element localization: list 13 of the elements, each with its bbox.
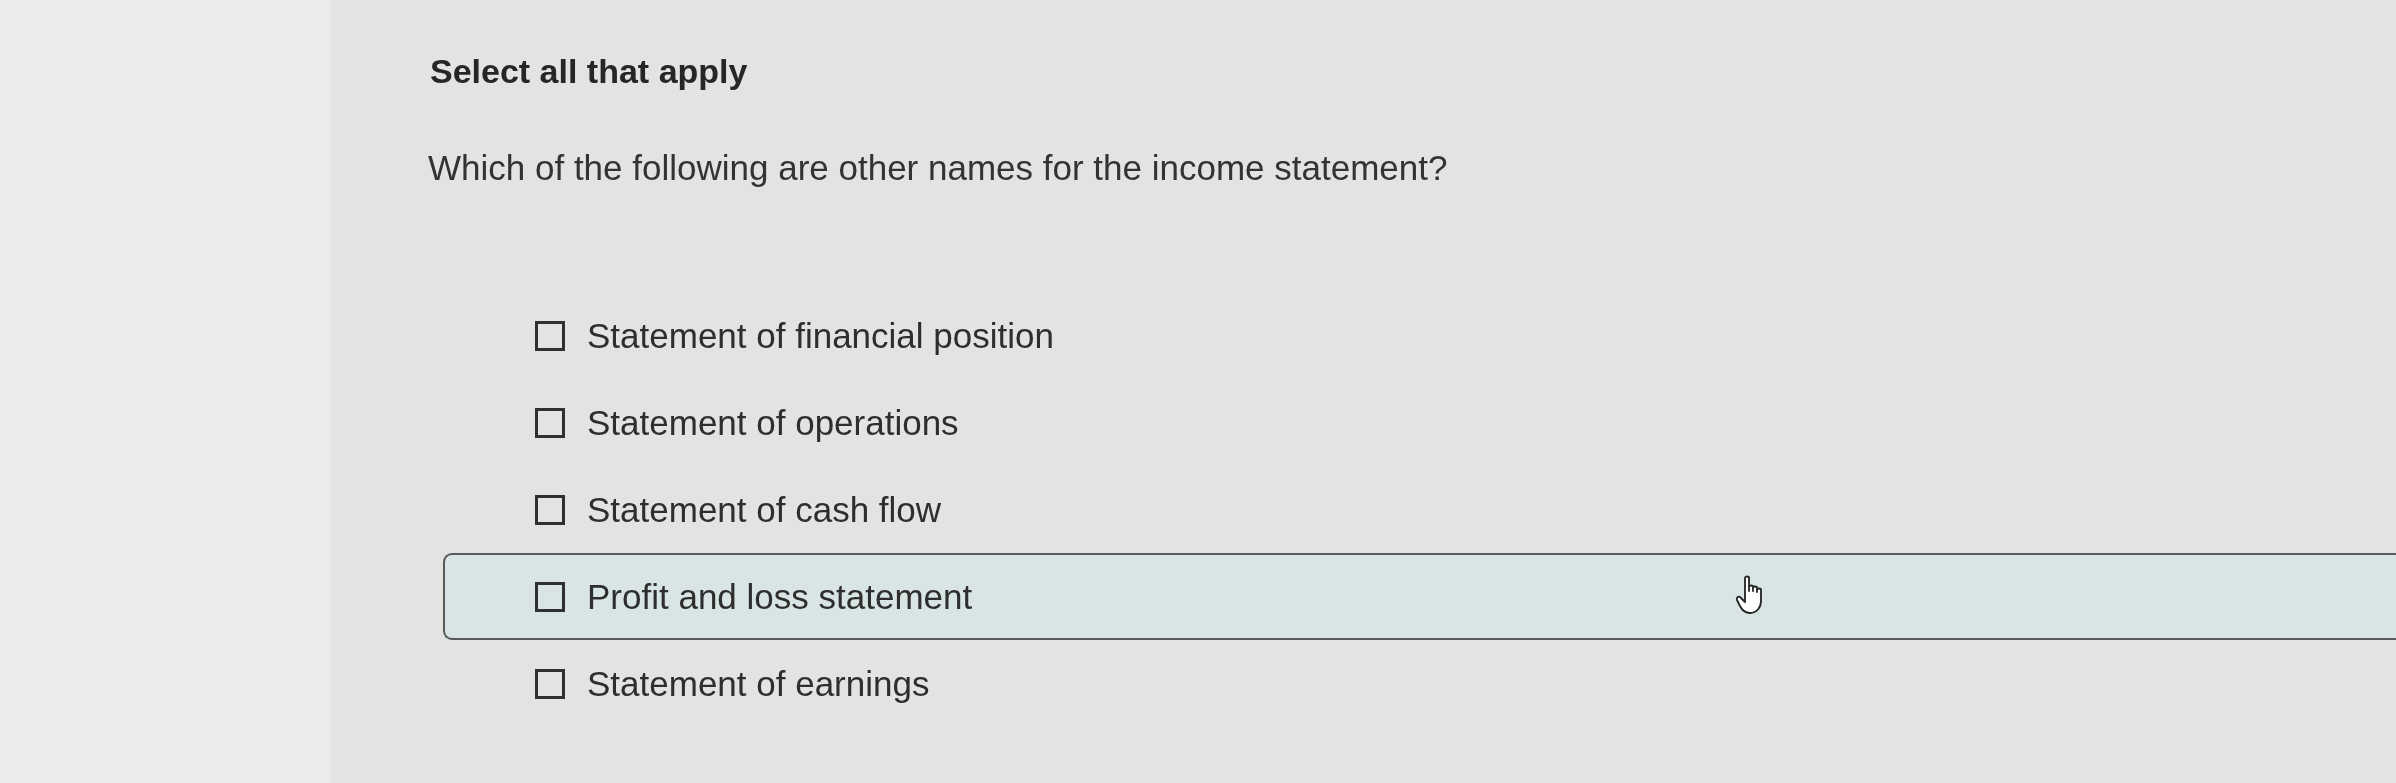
checkbox[interactable] (535, 581, 565, 612)
checkbox[interactable] (535, 494, 565, 525)
option-label[interactable]: Profit and loss statement (587, 575, 973, 618)
option-label[interactable]: Statement of earnings (587, 662, 930, 705)
option-label[interactable]: Statement of financial position (587, 314, 1054, 357)
checkbox[interactable] (535, 668, 565, 699)
question-text: Which of the following are other names for the income statement? (428, 147, 1448, 189)
instruction-heading: Select all that apply (430, 51, 748, 92)
highlighted-option-row[interactable]: Profit and loss statement (443, 553, 2396, 640)
checkbox[interactable] (535, 407, 565, 438)
option-label[interactable]: Statement of operations (587, 401, 959, 444)
checkbox[interactable] (535, 320, 565, 351)
option-label[interactable]: Statement of cash flow (587, 488, 942, 531)
